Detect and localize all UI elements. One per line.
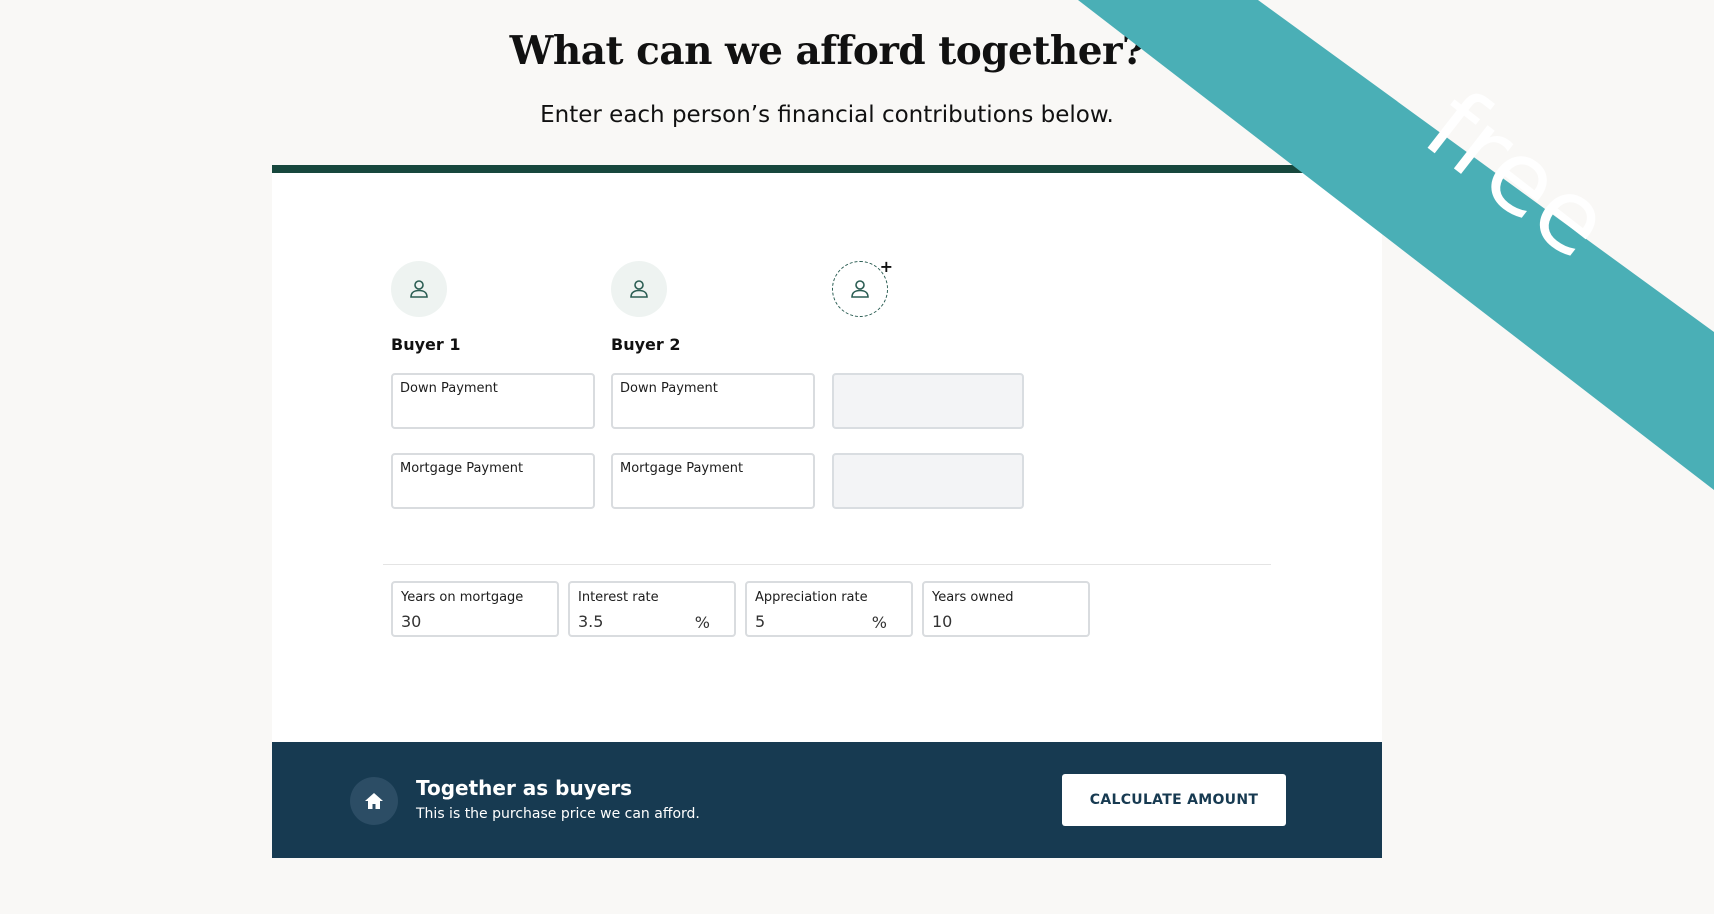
param-label: Years owned [932, 590, 1014, 605]
param-label: Appreciation rate [755, 590, 868, 605]
appreciation-rate-field[interactable]: Appreciation rate 5 % [745, 581, 913, 637]
add-buyer-button[interactable]: + [832, 259, 893, 317]
footer-subtitle: This is the purchase price we can afford… [416, 806, 700, 822]
result-footer: Together as buyers This is the purchase … [272, 742, 1382, 858]
param-value: 5 [755, 612, 766, 631]
user-icon [391, 261, 447, 317]
field-label: Mortgage Payment [400, 461, 524, 476]
buyer-1-name: Buyer 1 [391, 335, 461, 354]
buyer-1-column: Buyer 1 [391, 261, 460, 357]
buyer-3-mortgage-payment-placeholder [832, 453, 1024, 509]
param-value: 10 [932, 612, 953, 631]
page-subtitle: Enter each person’s financial contributi… [540, 102, 1114, 128]
plus-icon: + [879, 257, 893, 276]
param-label: Years on mortgage [401, 590, 524, 605]
buyer-1-mortgage-payment-field[interactable]: Mortgage Payment [391, 453, 595, 509]
years-owned-field[interactable]: Years owned 10 [922, 581, 1090, 637]
buyer-2-down-payment-field[interactable]: Down Payment [611, 373, 815, 429]
home-icon [350, 777, 398, 825]
buyer-2-name: Buyer 2 [611, 335, 681, 354]
buyer-2-mortgage-payment-field[interactable]: Mortgage Payment [611, 453, 815, 509]
param-value: 30 [401, 612, 422, 631]
interest-rate-field[interactable]: Interest rate 3.5 % [568, 581, 736, 637]
add-buyer-column: + [832, 259, 893, 317]
buyer-3-down-payment-placeholder [832, 373, 1024, 429]
field-label: Down Payment [620, 381, 718, 396]
years-on-mortgage-field[interactable]: Years on mortgage 30 [391, 581, 559, 637]
page-title: What can we afford together? [509, 28, 1145, 74]
param-label: Interest rate [578, 590, 659, 605]
buyer-1-down-payment-field[interactable]: Down Payment [391, 373, 595, 429]
calculate-amount-button[interactable]: CALCULATE AMOUNT [1062, 774, 1286, 826]
buyer-2-column: Buyer 2 [611, 261, 680, 357]
percent-unit: % [694, 613, 710, 632]
field-label: Down Payment [400, 381, 498, 396]
user-icon [611, 261, 667, 317]
footer-title: Together as buyers [416, 776, 633, 800]
divider [383, 564, 1271, 565]
param-value: 3.5 [578, 612, 604, 631]
ribbon-label: free [1404, 68, 1631, 282]
user-add-icon [851, 280, 869, 298]
percent-unit: % [871, 613, 887, 632]
calculator-card: Buyer 1 Buyer 2 + Down Payment Mortgage … [272, 165, 1382, 742]
field-label: Mortgage Payment [620, 461, 744, 476]
